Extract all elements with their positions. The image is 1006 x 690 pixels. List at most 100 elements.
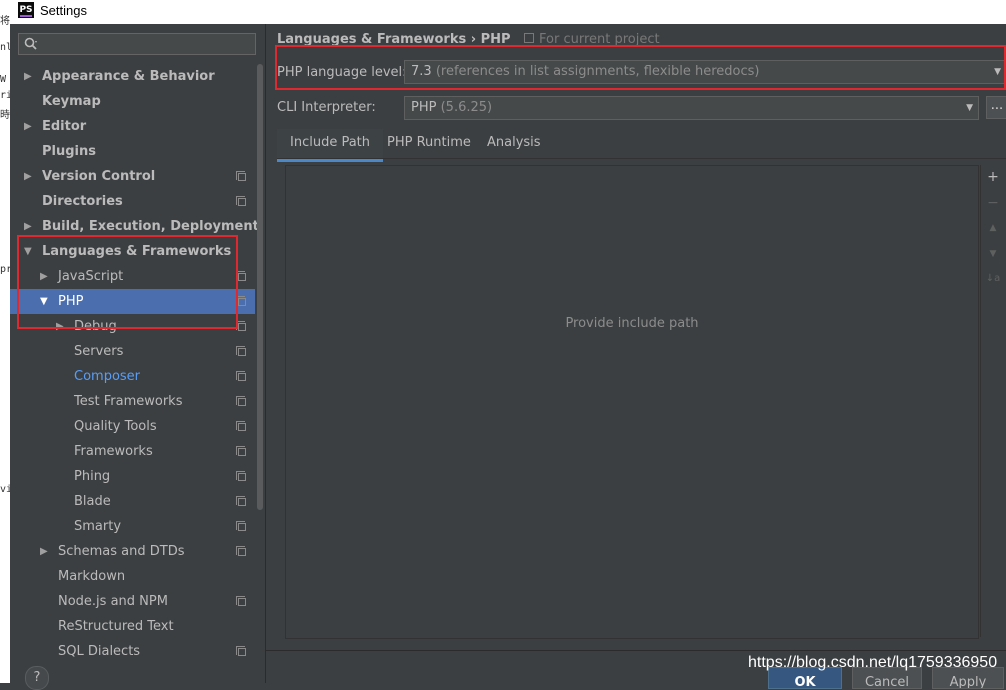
sidebar-item-label: SQL Dialects bbox=[58, 644, 141, 659]
for-project-label: For current project bbox=[539, 32, 660, 47]
sidebar-item-sql-dialects[interactable]: SQL Dialects bbox=[10, 639, 255, 664]
sidebar-item-label: Blade bbox=[74, 494, 111, 509]
chevron-right-icon[interactable]: ▶ bbox=[40, 539, 48, 564]
sidebar-scrollbar[interactable] bbox=[257, 64, 263, 510]
settings-sidebar: ▶ Appearance & Behavior Keymap ▶ Editor Plugi… bbox=[10, 24, 265, 690]
language-level-select[interactable]: 7.3 (references in list assignments, fle… bbox=[404, 60, 1006, 84]
sidebar-item-editor[interactable]: ▶ Editor bbox=[10, 114, 255, 139]
project-scope-icon bbox=[236, 171, 246, 181]
chevron-down-icon: ▼ bbox=[994, 67, 1001, 77]
sidebar-item-label: Build, Execution, Deployment bbox=[42, 219, 259, 234]
chevron-right-icon[interactable]: ▶ bbox=[40, 264, 48, 289]
sidebar-item-composer[interactable]: Composer bbox=[10, 364, 255, 389]
project-scope-icon bbox=[236, 596, 246, 606]
language-level-hint: (references in list assignments, flexibl… bbox=[435, 64, 760, 79]
sidebar-item-test-frameworks[interactable]: Test Frameworks bbox=[10, 389, 255, 414]
sidebar-item-label: Keymap bbox=[42, 94, 101, 109]
sidebar-item-build-execution-deployment[interactable]: ▶ Build, Execution, Deployment bbox=[10, 214, 259, 239]
project-scope-icon bbox=[236, 271, 246, 281]
sidebar-item-servers[interactable]: Servers bbox=[10, 339, 255, 364]
chevron-right-icon[interactable]: ▶ bbox=[56, 314, 64, 339]
project-scope-icon bbox=[236, 421, 246, 431]
sidebar-item-label: Debug bbox=[74, 319, 117, 334]
project-scope-icon bbox=[236, 346, 246, 356]
project-scope-icon bbox=[236, 446, 246, 456]
chevron-down-icon: ▼ bbox=[966, 103, 973, 113]
move-down-icon[interactable]: ▼ bbox=[985, 249, 1001, 259]
sidebar-item-languages-frameworks[interactable]: ▼ Languages & Frameworks bbox=[10, 239, 255, 264]
watermark-url: https://blog.csdn.net/lq1759336950 bbox=[748, 654, 998, 671]
move-up-icon[interactable]: ▲ bbox=[985, 223, 1001, 233]
sidebar-item-debug[interactable]: ▶ Debug bbox=[10, 314, 255, 339]
list-toolbar: + − ▲ ▼ ↓a bbox=[980, 165, 1005, 637]
settings-main-panel: Languages & Frameworks › PHP For current… bbox=[265, 24, 1006, 689]
cli-interpreter-version: (5.6.25) bbox=[440, 100, 493, 115]
sidebar-item-label: Languages & Frameworks bbox=[42, 244, 232, 259]
sidebar-item-keymap[interactable]: Keymap bbox=[10, 89, 255, 114]
sidebar-item-appearance-behavior[interactable]: ▶ Appearance & Behavior bbox=[10, 64, 255, 89]
cli-interpreter-label: CLI Interpreter: bbox=[277, 100, 376, 115]
tab-analysis[interactable]: Analysis bbox=[474, 129, 554, 159]
window-titlebar: PS Settings bbox=[0, 0, 1006, 24]
chevron-down-icon[interactable]: ▼ bbox=[24, 239, 32, 264]
sidebar-item-markdown[interactable]: Markdown bbox=[10, 564, 255, 589]
bg-fragment: W bbox=[0, 74, 7, 85]
sidebar-item-label: Editor bbox=[42, 119, 87, 134]
sidebar-item-schemas-and-dtds[interactable]: ▶ Schemas and DTDs bbox=[10, 539, 255, 564]
tab-php-runtime[interactable]: PHP Runtime bbox=[374, 129, 484, 159]
project-scope-icon bbox=[236, 471, 246, 481]
include-path-list[interactable]: Provide include path bbox=[285, 165, 979, 639]
sidebar-item-smarty[interactable]: Smarty bbox=[10, 514, 255, 539]
cli-interpreter-value: PHP bbox=[411, 100, 437, 115]
sidebar-item-label: Quality Tools bbox=[74, 419, 157, 434]
settings-search-input[interactable] bbox=[18, 33, 256, 55]
sidebar-item-label: Plugins bbox=[42, 144, 96, 159]
bg-fragment: 時 bbox=[0, 110, 10, 121]
cli-interpreter-select[interactable]: PHP (5.6.25) ▼ bbox=[404, 96, 979, 120]
chevron-right-icon[interactable]: ▶ bbox=[24, 64, 32, 89]
sidebar-item-restructured-text[interactable]: ReStructured Text bbox=[10, 614, 255, 639]
sidebar-item-label: Servers bbox=[74, 344, 124, 359]
sidebar-item-javascript[interactable]: ▶ JavaScript bbox=[10, 264, 255, 289]
project-scope-icon bbox=[236, 321, 246, 331]
sidebar-item-frameworks[interactable]: Frameworks bbox=[10, 439, 255, 464]
chevron-down-icon[interactable]: ▼ bbox=[40, 289, 48, 314]
sidebar-item-label: PHP bbox=[58, 294, 84, 309]
language-level-label: PHP language level: bbox=[277, 65, 407, 80]
sort-icon[interactable]: ↓a bbox=[985, 273, 1001, 284]
sidebar-item-blade[interactable]: Blade bbox=[10, 489, 255, 514]
footer-divider bbox=[266, 650, 1006, 651]
chevron-right-icon[interactable]: ▶ bbox=[24, 114, 32, 139]
sidebar-item-label: Phing bbox=[74, 469, 111, 484]
sidebar-item-label: Composer bbox=[74, 369, 141, 384]
sidebar-item-label: Smarty bbox=[74, 519, 122, 534]
sidebar-item-label: Appearance & Behavior bbox=[42, 69, 215, 84]
breadcrumb: Languages & Frameworks › PHP bbox=[277, 32, 511, 47]
add-icon[interactable]: + bbox=[985, 169, 1001, 185]
sidebar-item-version-control[interactable]: ▶ Version Control bbox=[10, 164, 255, 189]
project-scope-icon bbox=[236, 496, 246, 506]
sidebar-item-plugins[interactable]: Plugins bbox=[10, 139, 255, 164]
bg-fragment: 将 bbox=[0, 16, 10, 27]
sidebar-item-label: Schemas and DTDs bbox=[58, 544, 185, 559]
sidebar-item-phing[interactable]: Phing bbox=[10, 464, 255, 489]
help-button[interactable]: ? bbox=[25, 666, 49, 690]
sidebar-item-php[interactable]: ▼ PHP bbox=[10, 289, 255, 314]
sidebar-item-label: Directories bbox=[42, 194, 123, 209]
project-scope-icon bbox=[236, 196, 246, 206]
project-scope-icon bbox=[236, 646, 246, 656]
sidebar-item-node-js-and-npm[interactable]: Node.js and NPM bbox=[10, 589, 255, 614]
chevron-right-icon[interactable]: ▶ bbox=[24, 214, 32, 239]
sidebar-item-quality-tools[interactable]: Quality Tools bbox=[10, 414, 255, 439]
remove-icon[interactable]: − bbox=[985, 195, 1001, 211]
sidebar-item-label: Version Control bbox=[42, 169, 156, 184]
sidebar-item-directories[interactable]: Directories bbox=[10, 189, 255, 214]
sidebar-item-label: JavaScript bbox=[58, 269, 124, 284]
language-level-value: 7.3 bbox=[411, 64, 432, 79]
project-scope-icon bbox=[524, 33, 534, 43]
background-window-fragment: 将 nl W ri 時 pr vi bbox=[0, 16, 12, 683]
browse-interpreter-button[interactable]: ... bbox=[986, 96, 1006, 119]
sidebar-item-label: Frameworks bbox=[74, 444, 153, 459]
chevron-right-icon[interactable]: ▶ bbox=[24, 164, 32, 189]
phpstorm-logo-icon: PS bbox=[18, 2, 34, 18]
